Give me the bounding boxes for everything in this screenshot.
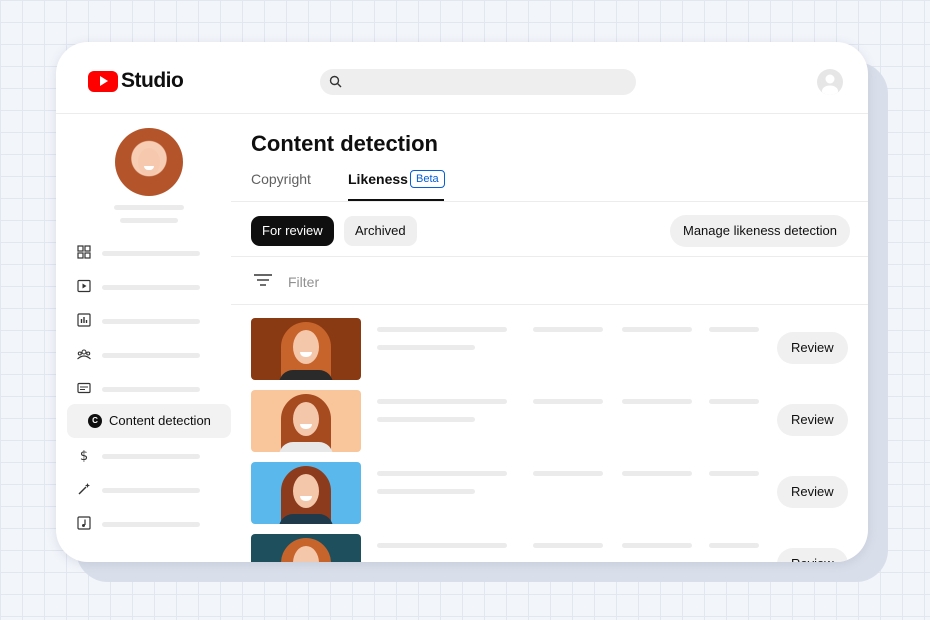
youtube-play-icon bbox=[88, 70, 118, 92]
search-icon bbox=[329, 75, 342, 88]
svg-text:$: $ bbox=[80, 449, 88, 462]
channel-handle-placeholder bbox=[120, 218, 178, 223]
archived-chip[interactable]: Archived bbox=[344, 216, 417, 246]
header: Studio bbox=[56, 42, 868, 114]
filter-icon[interactable] bbox=[254, 273, 272, 287]
sidebar-item-content-detection[interactable]: C Content detection bbox=[67, 404, 231, 438]
filter-divider bbox=[231, 304, 868, 305]
likeness-thumbnail[interactable] bbox=[251, 390, 361, 452]
channel-name-placeholder bbox=[114, 205, 184, 210]
review-button[interactable]: Review bbox=[777, 476, 848, 508]
beta-badge: Beta bbox=[410, 170, 445, 188]
for-review-chip[interactable]: For review bbox=[251, 216, 334, 246]
review-button[interactable]: Review bbox=[777, 548, 848, 562]
subtitles-icon bbox=[77, 382, 91, 394]
likeness-thumbnail[interactable] bbox=[251, 462, 361, 524]
dashboard-icon bbox=[77, 245, 91, 259]
likeness-thumbnail[interactable] bbox=[251, 318, 361, 380]
content-detection-icon: C bbox=[88, 414, 102, 428]
likeness-thumbnail[interactable] bbox=[251, 534, 361, 562]
manage-likeness-detection-button[interactable]: Manage likeness detection bbox=[670, 215, 850, 247]
channel-avatar[interactable] bbox=[115, 128, 183, 196]
search-bar[interactable] bbox=[320, 69, 636, 95]
list-item: Review bbox=[251, 318, 851, 380]
header-divider bbox=[56, 113, 868, 114]
list-item: Review bbox=[251, 534, 851, 562]
studio-window: Studio C Content detection $ Content det… bbox=[56, 42, 868, 562]
content-icon bbox=[77, 279, 91, 293]
studio-logo[interactable]: Studio bbox=[88, 69, 184, 93]
tab-likeness[interactable]: Likeness bbox=[348, 171, 408, 187]
page-title: Content detection bbox=[251, 131, 438, 156]
review-button[interactable]: Review bbox=[777, 404, 848, 436]
audio-library-icon bbox=[77, 516, 91, 530]
list-item: Review bbox=[251, 462, 851, 524]
filter-input[interactable]: Filter bbox=[288, 274, 319, 290]
tabs-divider bbox=[231, 201, 868, 202]
review-button[interactable]: Review bbox=[777, 332, 848, 364]
analytics-icon bbox=[77, 313, 91, 327]
customization-icon bbox=[78, 483, 90, 495]
account-circle-icon[interactable] bbox=[817, 69, 843, 95]
earn-icon: $ bbox=[80, 449, 88, 462]
tab-copyright[interactable]: Copyright bbox=[251, 171, 311, 187]
logo-text: Studio bbox=[121, 69, 184, 92]
list-item: Review bbox=[251, 390, 851, 452]
chips-divider bbox=[231, 256, 868, 257]
sidebar-item-label: Content detection bbox=[109, 413, 211, 428]
community-icon bbox=[77, 349, 91, 360]
